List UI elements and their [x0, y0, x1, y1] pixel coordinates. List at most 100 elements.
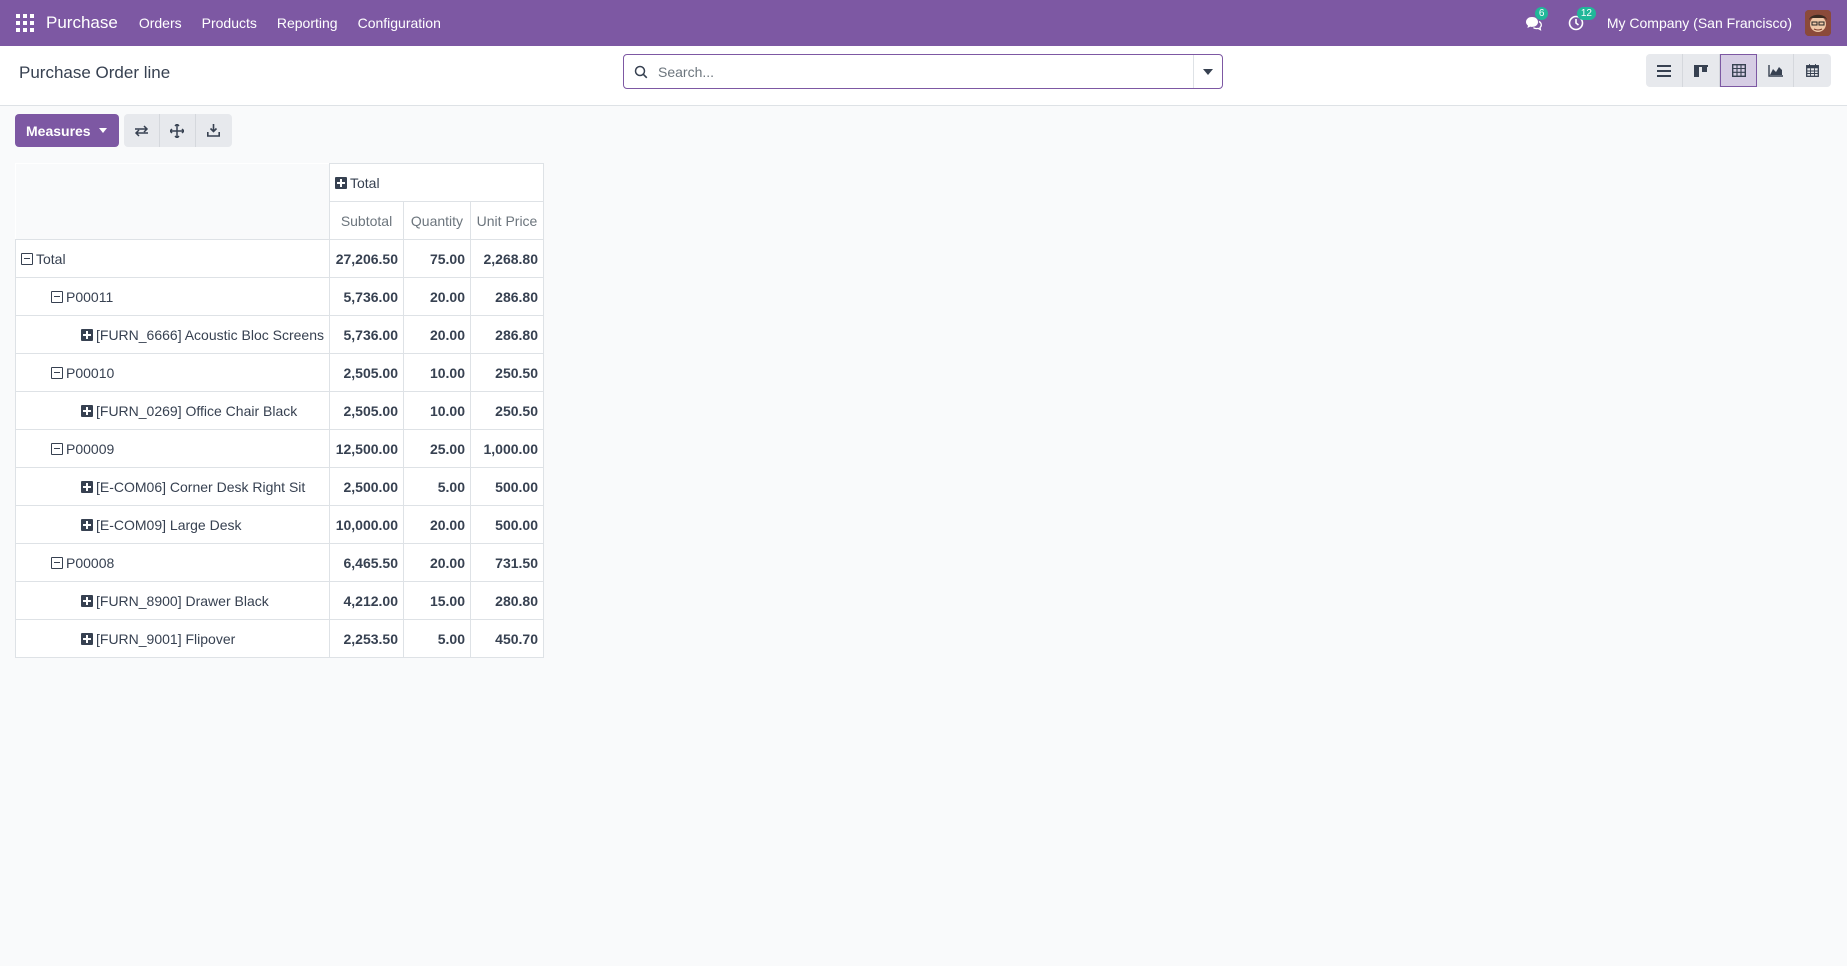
cell-unit-price[interactable]: 500.00: [470, 505, 544, 544]
plus-square-icon: [81, 480, 93, 493]
measures-dropdown-button[interactable]: Measures: [15, 114, 119, 147]
row-header-label: P00010: [66, 364, 115, 381]
cell-quantity[interactable]: 10.00: [403, 353, 471, 392]
calendar-icon: [1806, 64, 1819, 77]
row-header[interactable]: [E-COM06] Corner Desk Right Sit: [15, 467, 330, 506]
cell-subtotal[interactable]: 5,736.00: [329, 315, 404, 354]
expand-all-button[interactable]: [159, 114, 196, 147]
activity-button[interactable]: 12: [1565, 7, 1596, 34]
column-total-label: Total: [350, 174, 380, 191]
cell-subtotal[interactable]: 5,736.00: [329, 277, 404, 316]
pivot-body: Total 27,206.50 75.00 2,268.80 P00011 5,736.0…: [15, 239, 544, 658]
cell-subtotal[interactable]: 12,500.00: [329, 429, 404, 468]
row-header-label: Total: [36, 250, 66, 267]
row-header[interactable]: [FURN_9001] Flipover: [15, 619, 330, 658]
kanban-view-button[interactable]: [1683, 54, 1720, 87]
cell-quantity[interactable]: 20.00: [403, 277, 471, 316]
row-header[interactable]: [FURN_8900] Drawer Black: [15, 581, 330, 620]
pivot-table: Total Subtotal Quantity Unit Price Total…: [15, 163, 544, 658]
search-bar[interactable]: [623, 54, 1223, 89]
cell-subtotal[interactable]: 10,000.00: [329, 505, 404, 544]
cell-unit-price[interactable]: 250.50: [470, 391, 544, 430]
cell-quantity[interactable]: 15.00: [403, 581, 471, 620]
company-switcher[interactable]: My Company (San Francisco): [1607, 15, 1792, 31]
cell-quantity[interactable]: 20.00: [403, 315, 471, 354]
user-avatar[interactable]: [1805, 10, 1831, 36]
app-brand[interactable]: Purchase: [46, 13, 118, 33]
pivot-row: [E-COM06] Corner Desk Right Sit 2,500.00 5…: [15, 467, 544, 506]
messages-count-badge: 6: [1534, 7, 1549, 20]
list-icon: [1657, 64, 1671, 77]
cell-unit-price[interactable]: 1,000.00: [470, 429, 544, 468]
cell-unit-price[interactable]: 450.70: [470, 619, 544, 658]
row-header[interactable]: P00010: [15, 353, 330, 392]
row-header[interactable]: [FURN_6666] Acoustic Bloc Screens: [15, 315, 330, 354]
cell-quantity[interactable]: 5.00: [403, 467, 471, 506]
row-header-label: [FURN_9001] Flipover: [96, 630, 236, 647]
cell-unit-price[interactable]: 286.80: [470, 315, 544, 354]
list-view-button[interactable]: [1646, 54, 1683, 87]
cell-quantity[interactable]: 25.00: [403, 429, 471, 468]
measure-header-unit-price[interactable]: Unit Price: [470, 201, 544, 240]
cell-subtotal[interactable]: 2,505.00: [329, 353, 404, 392]
column-total-header[interactable]: Total: [329, 163, 544, 202]
row-header[interactable]: [E-COM09] Large Desk: [15, 505, 330, 544]
cell-unit-price[interactable]: 731.50: [470, 543, 544, 582]
row-header[interactable]: Total: [15, 239, 330, 278]
cell-quantity[interactable]: 75.00: [403, 239, 471, 278]
row-header-label: P00008: [66, 554, 115, 571]
flip-axis-button[interactable]: [123, 114, 160, 147]
cell-quantity[interactable]: 10.00: [403, 391, 471, 430]
row-header[interactable]: [FURN_0269] Office Chair Black: [15, 391, 330, 430]
plus-square-icon: [81, 594, 93, 607]
row-header-label: [E-COM06] Corner Desk Right Sit: [96, 478, 306, 495]
menu-configuration[interactable]: Configuration: [358, 15, 441, 31]
graph-view-button[interactable]: [1757, 54, 1794, 87]
expand-all-icon: [170, 123, 185, 138]
cell-unit-price[interactable]: 286.80: [470, 277, 544, 316]
row-header[interactable]: P00009: [15, 429, 330, 468]
cell-unit-price[interactable]: 280.80: [470, 581, 544, 620]
messaging-button[interactable]: 6: [1523, 7, 1549, 34]
pivot-row: [FURN_6666] Acoustic Bloc Screens 5,736.0…: [15, 315, 544, 354]
pivot-row: P00008 6,465.50 20.00 731.50: [15, 543, 544, 582]
cell-quantity[interactable]: 20.00: [403, 543, 471, 582]
cell-subtotal[interactable]: 2,505.00: [329, 391, 404, 430]
row-header[interactable]: P00011: [15, 277, 330, 316]
minus-square-icon: [51, 290, 63, 303]
plus-square-icon: [81, 632, 93, 645]
cell-subtotal[interactable]: 2,253.50: [329, 619, 404, 658]
view-switcher: [1646, 54, 1831, 87]
cell-subtotal[interactable]: 4,212.00: [329, 581, 404, 620]
cell-subtotal[interactable]: 2,500.00: [329, 467, 404, 506]
menu-orders[interactable]: Orders: [139, 15, 182, 31]
row-header[interactable]: P00008: [15, 543, 330, 582]
avatar-icon: [1805, 10, 1831, 36]
cell-unit-price[interactable]: 250.50: [470, 353, 544, 392]
page-title: Purchase Order line: [19, 63, 171, 82]
cell-unit-price[interactable]: 500.00: [470, 467, 544, 506]
cell-subtotal[interactable]: 6,465.50: [329, 543, 404, 582]
cell-quantity[interactable]: 5.00: [403, 619, 471, 658]
pivot-row: Total 27,206.50 75.00 2,268.80: [15, 239, 544, 278]
cell-unit-price[interactable]: 2,268.80: [470, 239, 544, 278]
plus-square-icon: [81, 328, 93, 341]
row-header-label: P00011: [66, 288, 114, 305]
menu-products[interactable]: Products: [202, 15, 257, 31]
pivot-view-button[interactable]: [1720, 54, 1757, 87]
calendar-view-button[interactable]: [1794, 54, 1831, 87]
measure-header-subtotal[interactable]: Subtotal: [329, 201, 404, 240]
apps-menu-icon[interactable]: [16, 14, 34, 32]
control-panel: Purchase Order line: [0, 46, 1847, 106]
minus-square-icon: [21, 252, 33, 265]
cell-subtotal[interactable]: 27,206.50: [329, 239, 404, 278]
search-input[interactable]: [658, 56, 1193, 87]
pivot-row: P00010 2,505.00 10.00 250.50: [15, 353, 544, 392]
pivot-corner: [15, 163, 330, 240]
search-options-toggle[interactable]: [1193, 55, 1222, 88]
cell-quantity[interactable]: 20.00: [403, 505, 471, 544]
minus-square-icon: [51, 442, 63, 455]
download-button[interactable]: [195, 114, 232, 147]
menu-reporting[interactable]: Reporting: [277, 15, 338, 31]
measure-header-quantity[interactable]: Quantity: [403, 201, 471, 240]
